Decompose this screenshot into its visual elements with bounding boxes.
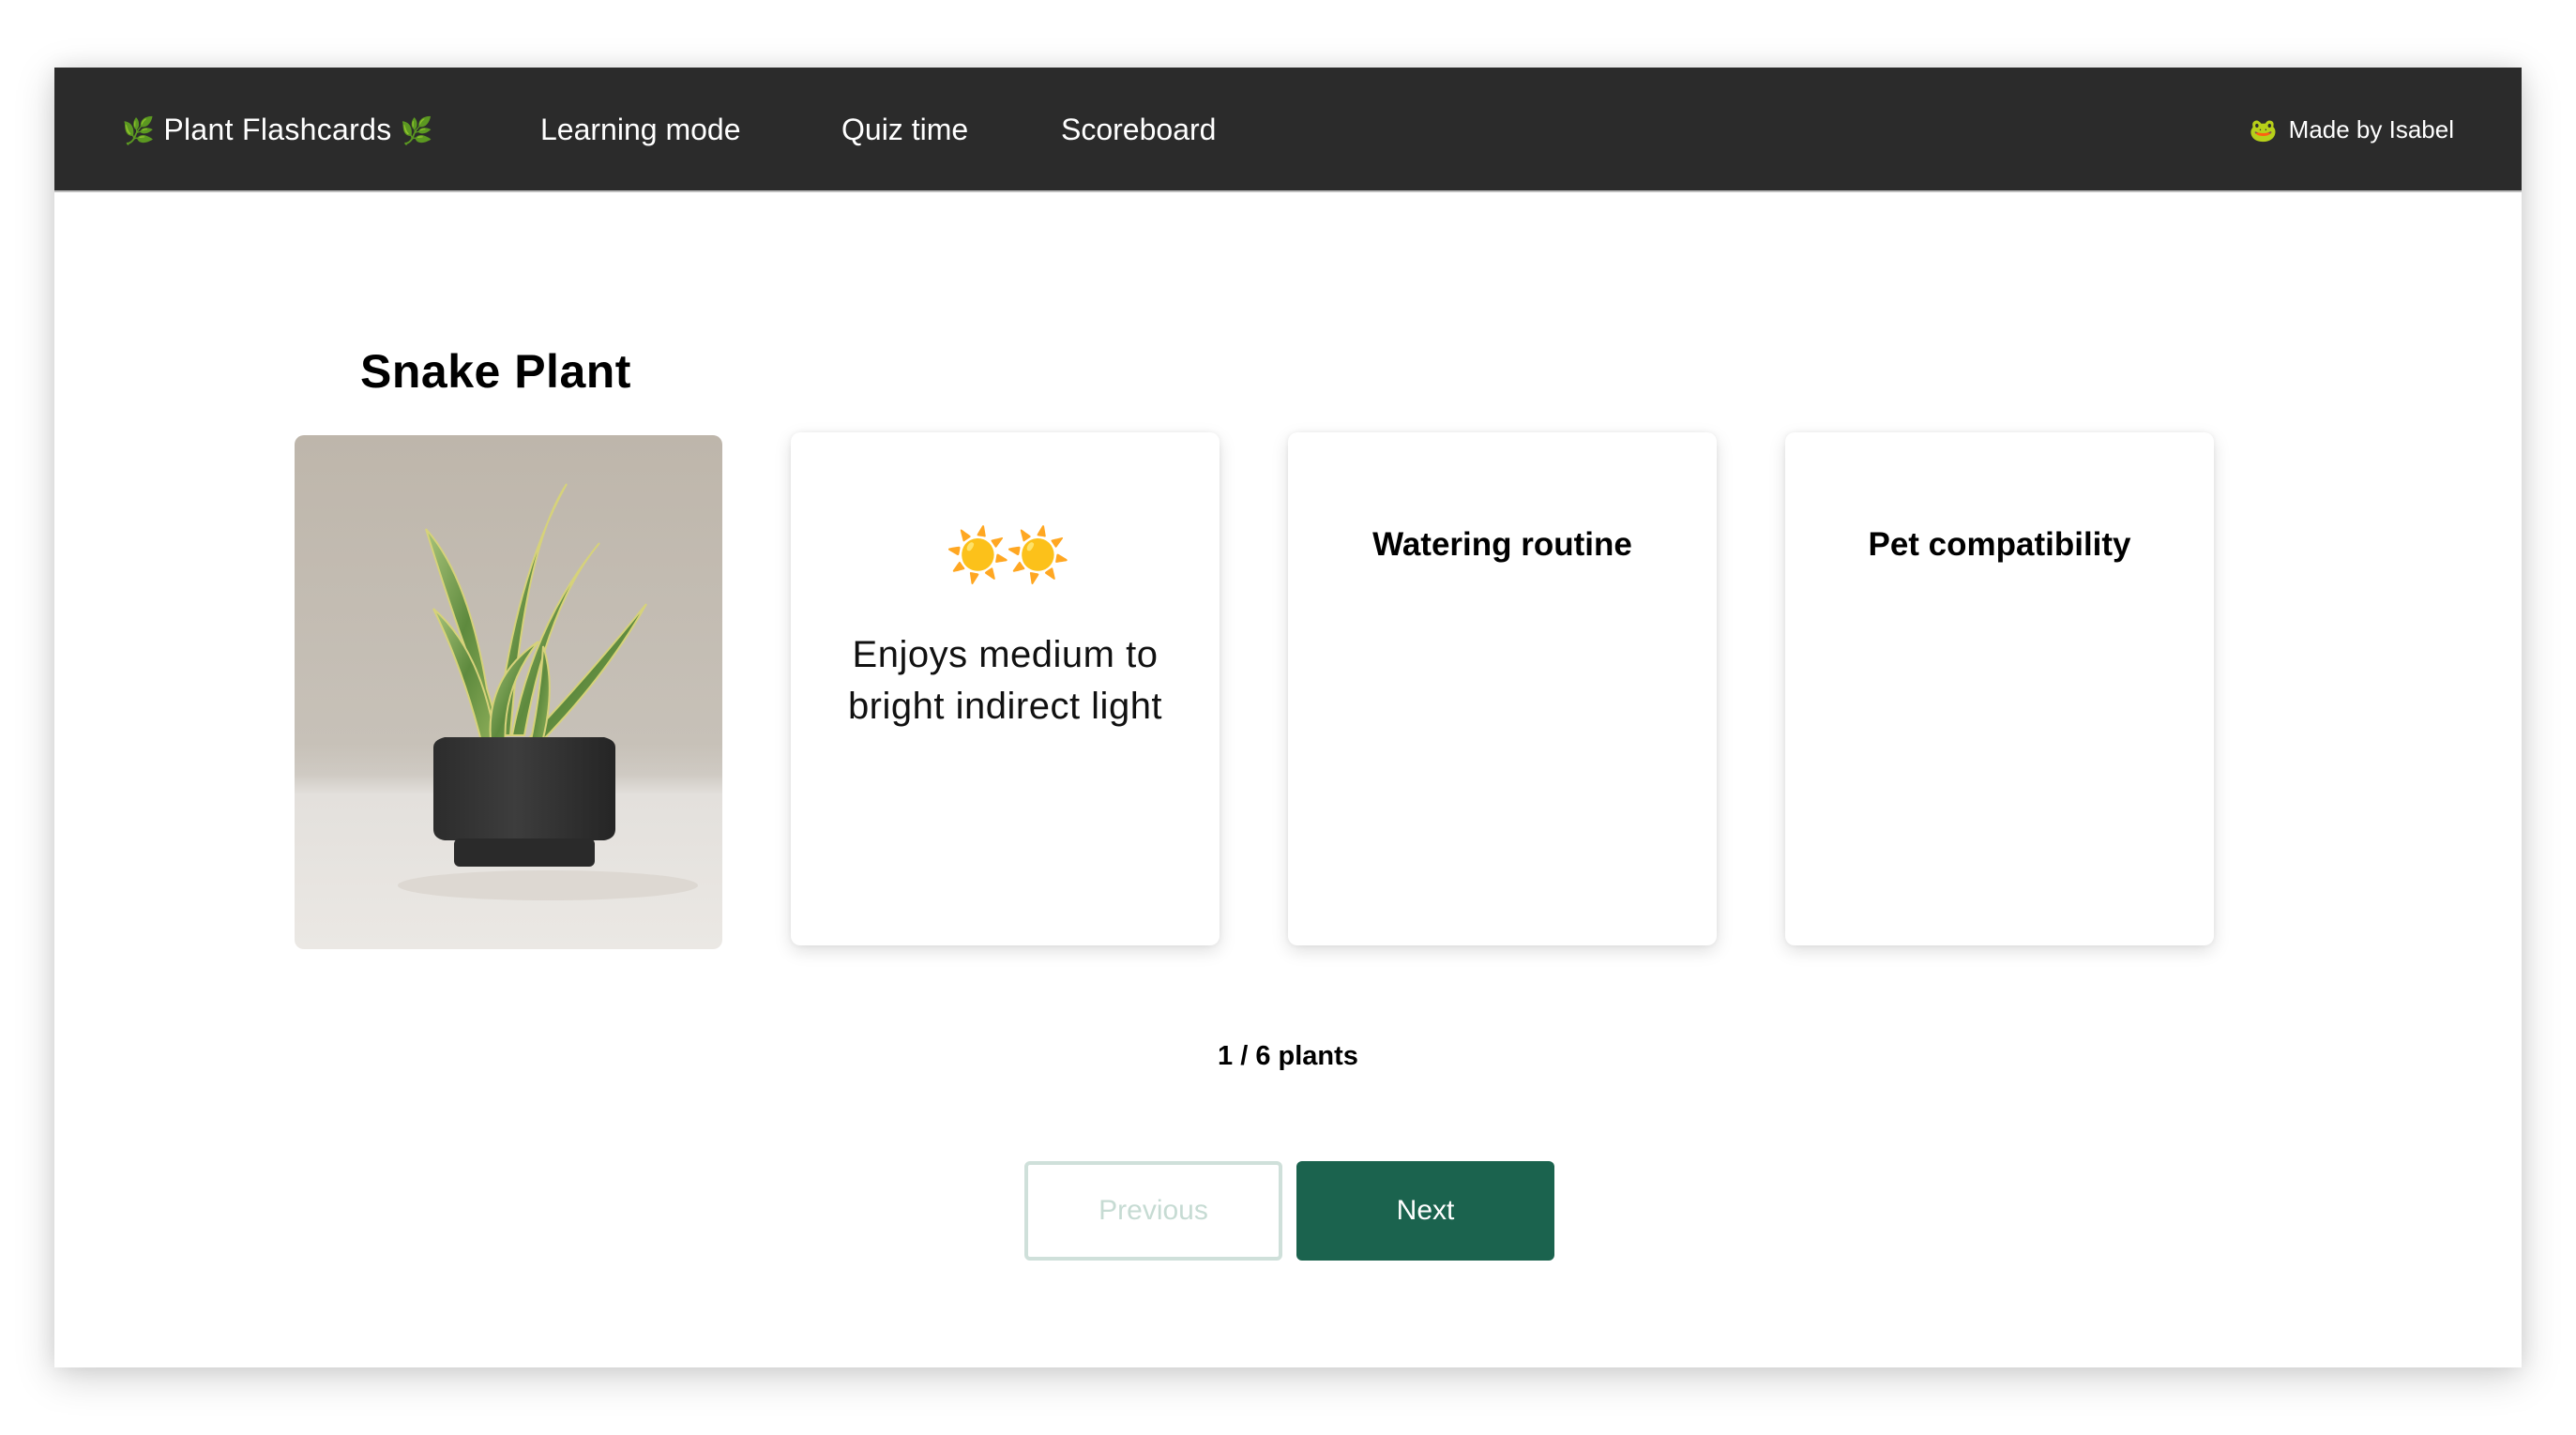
watering-card[interactable]: Watering routine xyxy=(1288,432,1717,945)
next-button[interactable]: Next xyxy=(1296,1161,1554,1261)
progress-counter: 1 / 6 plants xyxy=(1218,1041,1358,1071)
snake-plant-illustration xyxy=(398,483,698,900)
light-description: Enjoys medium to bright indirect light xyxy=(847,634,1163,727)
herb-icon: 🌿 xyxy=(400,116,433,145)
sun-icon: ☀️☀️ xyxy=(945,525,1070,584)
nav-quiz-time[interactable]: Quiz time xyxy=(841,68,968,192)
plant-image xyxy=(295,435,722,949)
navbar: 🌿 Plant Flashcards 🌿 Learning mode Quiz … xyxy=(54,68,2522,192)
app-window: 🌿 Plant Flashcards 🌿 Learning mode Quiz … xyxy=(54,68,2522,1367)
pet-heading: Pet compatibility xyxy=(1868,526,2131,563)
nav-learning-mode[interactable]: Learning mode xyxy=(540,68,740,192)
brand-label: Plant Flashcards xyxy=(163,113,392,146)
watering-heading: Watering routine xyxy=(1372,526,1632,563)
frog-icon: 🐸 xyxy=(2249,118,2278,144)
nav-scoreboard[interactable]: Scoreboard xyxy=(1061,68,1216,192)
pet-compatibility-card[interactable]: Pet compatibility xyxy=(1785,432,2214,945)
made-by: 🐸 Made by Isabel xyxy=(2250,68,2454,192)
brand-link[interactable]: 🌿 Plant Flashcards 🌿 xyxy=(122,68,433,192)
herb-icon: 🌿 xyxy=(122,116,156,145)
made-by-label: Made by Isabel xyxy=(2288,115,2454,144)
light-card[interactable]: ☀️☀️ Enjoys medium to bright indirect li… xyxy=(791,432,1220,945)
plant-title: Snake Plant xyxy=(360,345,631,398)
previous-button[interactable]: Previous xyxy=(1024,1161,1282,1261)
